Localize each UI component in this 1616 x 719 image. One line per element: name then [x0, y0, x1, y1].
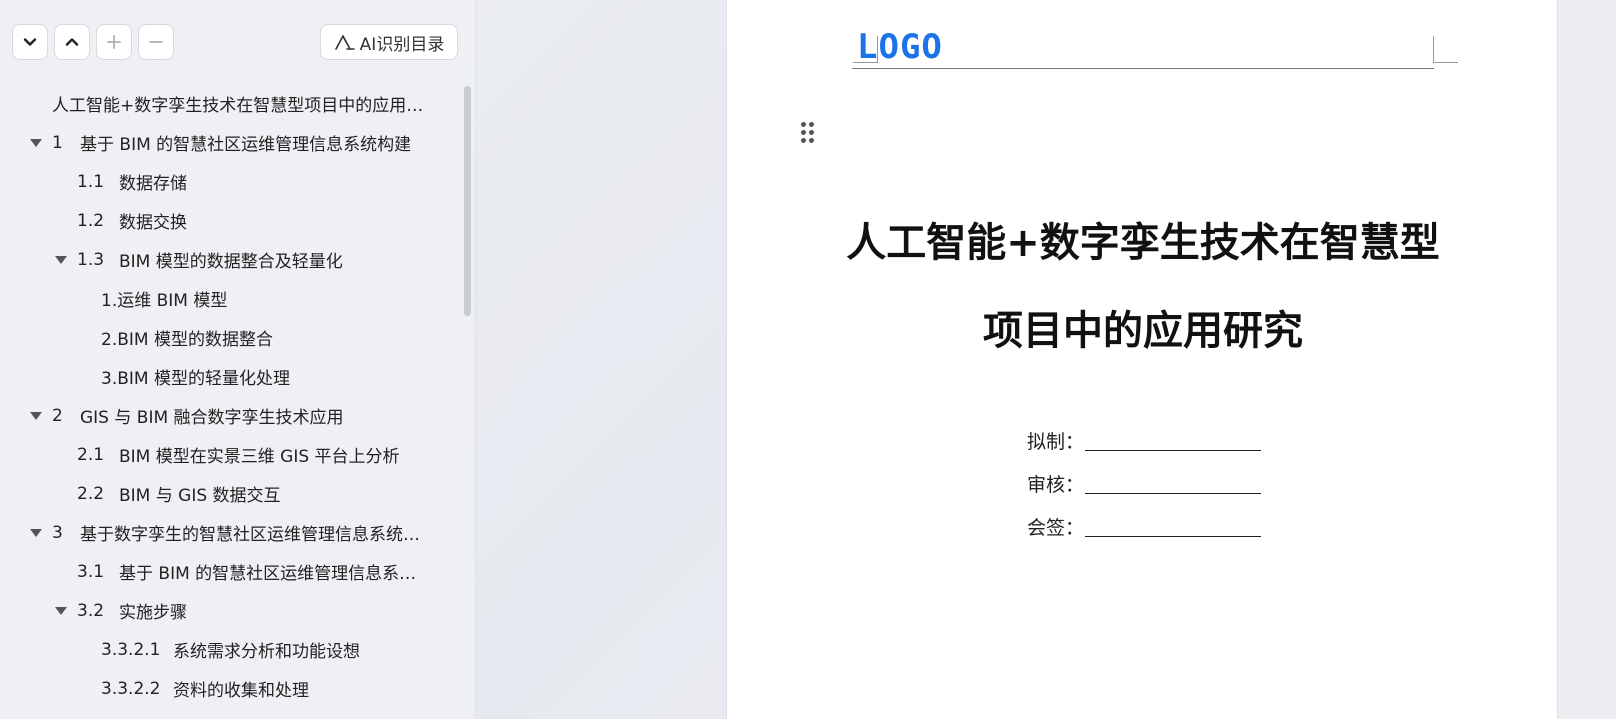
outline-item-number: 3.1 — [77, 561, 105, 582]
sign-field-prepared: 拟制： — [1027, 425, 1261, 455]
expand-triangle-icon[interactable] — [55, 607, 67, 615]
outline-item-label: 资料的收集和处理 — [173, 681, 309, 701]
outline-item-label: 基于数字孪生的智慧社区运维管理信息系统… — [80, 525, 420, 545]
sign-field-reviewed: 审核： — [1027, 468, 1261, 498]
collapse-all-button[interactable] — [12, 24, 48, 60]
outline-item-label: BIM 模型的数据整合及轻量化 — [119, 252, 343, 272]
outline-item-number: 1.3 — [77, 249, 105, 270]
outline-item[interactable]: 2.2 BIM 与 GIS 数据交互 — [77, 474, 444, 513]
sign-label: 会签： — [1027, 516, 1085, 539]
outline-item[interactable]: 3.2 实施步骤 — [55, 591, 444, 630]
outline-item[interactable]: 2 GIS 与 BIM 融合数字孪生技术应用 — [30, 396, 444, 435]
outline-item-label: 基于 BIM 的智慧社区运维管理信息系统构建 — [80, 135, 412, 155]
title-line-2: 项目中的应用研究 — [983, 308, 1303, 354]
outline-item-label: 2.BIM 模型的数据整合 — [101, 330, 273, 350]
chevron-down-icon — [23, 38, 37, 46]
outline-item-label: 数据存储 — [119, 174, 187, 194]
document-page[interactable]: LOGO 人工智能+数字孪生技术在智慧型 项目中的应用研究 拟制： 审核： 会签… — [726, 0, 1558, 719]
sign-label: 审核： — [1027, 473, 1085, 496]
outline-item-label: GIS 与 BIM 融合数字孪生技术应用 — [80, 408, 344, 428]
outline-item-number: 3 — [52, 522, 63, 543]
logo-text: LOGO — [857, 28, 943, 62]
outline-item[interactable]: 1.2 数据交换 — [77, 201, 444, 240]
sign-label: 拟制： — [1027, 430, 1085, 453]
outline-item-label: BIM 与 GIS 数据交互 — [119, 486, 281, 506]
outline-item-label: 1.运维 BIM 模型 — [101, 291, 228, 311]
outline-item-number: 3.2 — [77, 600, 105, 621]
minus-icon — [149, 41, 163, 43]
expand-triangle-icon[interactable] — [30, 139, 42, 147]
outline-item[interactable]: 1 基于 BIM 的智慧社区运维管理信息系统构建 — [30, 123, 444, 162]
margin-corner-right — [1433, 36, 1458, 63]
outline-item-label: BIM 模型在实景三维 GIS 平台上分析 — [119, 447, 400, 467]
outline-item[interactable]: 3.1 基于 BIM 的智慧社区运维管理信息系… — [77, 552, 444, 591]
outline-item-label: 数据交换 — [119, 213, 187, 233]
outline-item-number: 3.3.2.1 — [101, 639, 161, 660]
ai-wand-icon — [334, 35, 355, 50]
outline-scrollbar[interactable] — [464, 86, 471, 316]
outline-item-number: 2 — [52, 405, 63, 426]
outline-item[interactable]: 3.3.2.2 资料的收集和处理 — [101, 669, 444, 708]
ai-recognize-toc-button[interactable]: AI识别目录 — [320, 24, 458, 60]
expand-triangle-icon[interactable] — [30, 412, 42, 420]
outline-item-label: 人工智能+数字孪生技术在智慧型项目中的应用… — [52, 96, 424, 116]
outline-item[interactable]: 3.3.2.1 系统需求分析和功能设想 — [101, 630, 444, 669]
outline-toolbar: AI识别目录 — [12, 24, 458, 60]
outline-item-number: 2.2 — [77, 483, 105, 504]
outline-item-number: 1 — [52, 132, 63, 153]
sign-blank[interactable] — [1085, 429, 1261, 451]
outline-sidebar: AI识别目录 人工智能+数字孪生技术在智慧型项目中的应用… 1 基于 BIM 的智慧… — [0, 0, 476, 719]
document-title: 人工智能+数字孪生技术在智慧型 项目中的应用研究 — [827, 212, 1459, 388]
plus-icon — [107, 35, 121, 49]
outline-item-label: 系统需求分析和功能设想 — [173, 642, 360, 662]
outline-item[interactable]: 1.1 数据存储 — [77, 162, 444, 201]
sign-field-countersigned: 会签： — [1027, 511, 1261, 541]
outline-item[interactable]: 2.BIM 模型的数据整合 — [101, 318, 444, 357]
outline-item-label: 基于 BIM 的智慧社区运维管理信息系… — [119, 564, 417, 584]
outline-item[interactable]: 人工智能+数字孪生技术在智慧型项目中的应用… — [52, 84, 444, 123]
ai-recognize-label: AI识别目录 — [359, 34, 445, 55]
outline-item-number: 2.1 — [77, 444, 105, 465]
outline-item[interactable]: 3 基于数字孪生的智慧社区运维管理信息系统… — [30, 513, 444, 552]
expand-triangle-icon[interactable] — [55, 256, 67, 264]
outline-item-label: 实施步骤 — [119, 603, 187, 623]
sign-blank[interactable] — [1085, 515, 1261, 537]
outline-item[interactable]: 1.运维 BIM 模型 — [101, 279, 444, 318]
expand-up-button[interactable] — [54, 24, 90, 60]
right-gutter — [1558, 0, 1616, 719]
drag-handle-icon[interactable] — [801, 122, 817, 146]
outline-tree: 人工智能+数字孪生技术在智慧型项目中的应用… 1 基于 BIM 的智慧社区运维管理信… — [0, 84, 462, 719]
logo: LOGO — [857, 28, 943, 62]
outline-item-label: 3.BIM 模型的轻量化处理 — [101, 369, 290, 389]
header-divider — [852, 68, 1434, 69]
outline-item[interactable]: 3.BIM 模型的轻量化处理 — [101, 357, 444, 396]
add-heading-button[interactable] — [96, 24, 132, 60]
outline-item-number: 1.2 — [77, 210, 105, 231]
expand-triangle-icon[interactable] — [30, 529, 42, 537]
outline-item-number: 3.3.2.2 — [101, 678, 161, 699]
outline-item[interactable]: 1.3 BIM 模型的数据整合及轻量化 — [55, 240, 444, 279]
remove-heading-button[interactable] — [138, 24, 174, 60]
outline-item-number: 1.1 — [77, 171, 105, 192]
outline-item[interactable]: 2.1 BIM 模型在实景三维 GIS 平台上分析 — [77, 435, 444, 474]
sign-blank[interactable] — [1085, 472, 1261, 494]
title-line-1: 人工智能+数字孪生技术在智慧型 — [846, 220, 1440, 266]
chevron-up-icon — [65, 38, 79, 46]
